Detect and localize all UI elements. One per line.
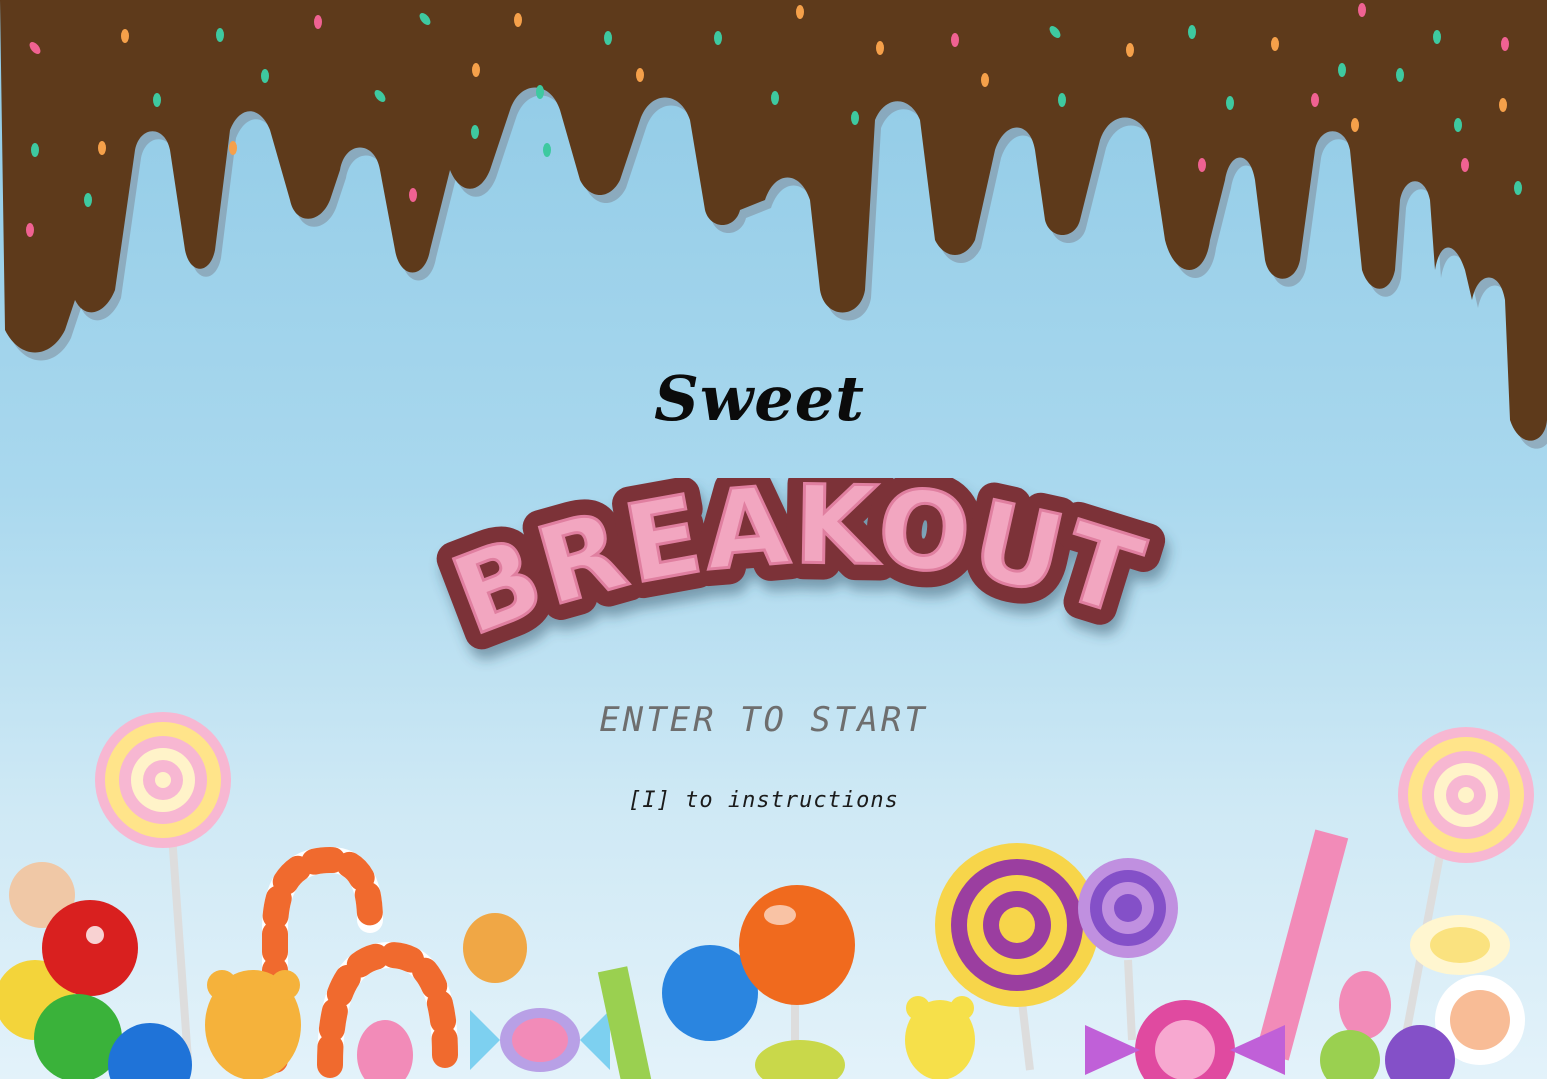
title-breakout-logo: BREAKOUT BREAKOUT [420,478,1172,677]
svg-text:BREAKOUT: BREAKOUT [437,478,1157,660]
title-sweet: Sweet [654,362,865,435]
candy-cane-icon [262,846,458,1078]
title-breakout-text: BREAKOUT [436,478,1157,662]
title-screen: Sweet BREAKOUT BREAKOUT ENTER TO START [… [0,0,1547,1079]
gumball-icon [0,862,192,1079]
candy-decoration [0,712,1534,1079]
wrapped-candy-icon [470,1008,610,1072]
wrapped-candy-icon [1085,1000,1285,1079]
jelly-bean-icon [463,913,527,983]
jelly-bean-icon [1339,971,1391,1039]
